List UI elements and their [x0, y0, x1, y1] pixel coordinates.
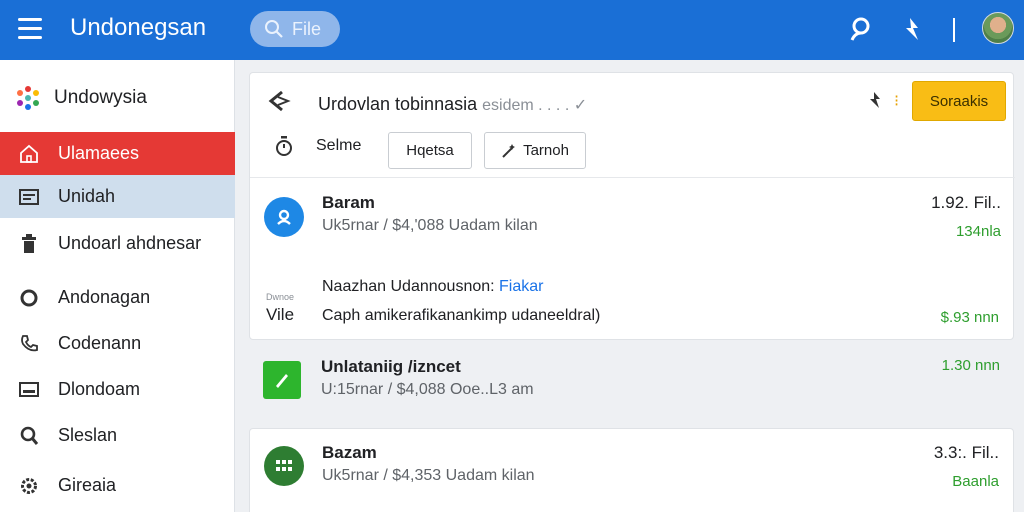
thumb-caption: Dwnoe — [266, 292, 295, 302]
thumb-label: Vile — [266, 305, 295, 324]
item-title: Unlataniig /izncet — [321, 357, 461, 376]
brand-logo-icon — [17, 86, 39, 110]
trash-icon — [18, 233, 40, 255]
timer-icon[interactable] — [274, 135, 294, 157]
sidebar-item-inbox[interactable]: Unidah — [0, 175, 235, 218]
home-icon — [18, 143, 40, 165]
back-arrow-icon[interactable] — [266, 89, 292, 118]
separator-dot: ⁝ — [894, 93, 900, 110]
file-card[interactable]: Bazam Uk5rnar / $4,353 Uadam kilan 3.3:.… — [249, 428, 1014, 512]
avatar[interactable] — [982, 12, 1014, 44]
sidebar-item-label: Andonagan — [58, 287, 151, 307]
sidebar-item-home[interactable]: Ulamaees — [0, 132, 235, 175]
sidebar-item-label: Unidah — [58, 186, 116, 206]
notice-line-2: Caph amikerafikanankimp udaneeldral) — [322, 307, 601, 324]
gear-icon — [18, 475, 40, 497]
sidebar-item-search[interactable]: Sleslan — [0, 414, 235, 457]
search-placeholder: File — [292, 18, 322, 39]
item-status: Baanla — [952, 473, 999, 490]
person-icon — [264, 197, 304, 237]
primary-action-button[interactable]: Soraakis — [912, 81, 1006, 121]
wand-icon — [502, 143, 516, 158]
sort-label: Selme — [316, 137, 362, 154]
notice-link[interactable]: Fiakar — [499, 278, 543, 295]
sidebar-item-trash[interactable]: Undoarl ahdnesar — [0, 222, 235, 265]
filter-chip-1[interactable]: Hqetsa — [388, 132, 472, 169]
list-item[interactable]: Unlataniig /izncet U:15rnar / $4,088 Ooe… — [249, 345, 1014, 425]
item-title: Bazam — [322, 443, 377, 462]
circle-icon — [18, 287, 40, 309]
item-subtitle: Uk5rnar / $4,353 Uadam kilan — [322, 467, 535, 484]
app-title: Undonegsan — [70, 14, 207, 41]
sidebar-item-screen[interactable]: Dlondoam — [0, 368, 235, 411]
divider — [250, 177, 1015, 178]
list-item[interactable]: Baram Uk5rnar / $4,'088 Uadam kilan 1.92… — [250, 181, 1015, 273]
sort-row: Selme — [274, 135, 361, 157]
sidebar-item-label: Codenann — [58, 333, 142, 353]
item-size: 3.3:. Fil.. — [933, 443, 999, 462]
sidebar-item-label: Gireaia — [58, 475, 117, 495]
sidebar-item-label: Dlondoam — [58, 379, 141, 399]
sidebar-item-label: Undoarl ahdnesar — [58, 233, 202, 253]
sidebar-item-settings[interactable]: Gireaia — [0, 464, 235, 507]
item-subtitle: U:15rnar / $4,088 Ooe..L3 am — [321, 381, 534, 398]
panel-title: Urdovlan tobinnasia esidem . . . . ✓ — [318, 94, 588, 114]
file-icon — [263, 361, 301, 399]
toolbar-divider — [953, 18, 955, 42]
inbox-icon — [18, 186, 40, 208]
top-app-bar: Undonegsan File — [0, 0, 1024, 60]
file-panel: Urdovlan tobinnasia esidem . . . . ✓ ⁝ S… — [249, 72, 1015, 340]
bolt-icon[interactable] — [900, 16, 926, 42]
item-status: 134nla — [955, 223, 1001, 240]
flash-icon[interactable] — [866, 90, 884, 115]
grid-icon — [264, 446, 304, 486]
brand: Undowysia — [14, 84, 147, 112]
sidebar-item-label: Ulamaees — [58, 143, 140, 163]
item-size: 1.30 nnn — [941, 357, 1000, 374]
item-subtitle: Uk5rnar / $4,'088 Uadam kilan — [322, 217, 538, 234]
filter-chip-2[interactable]: Tarnoh — [484, 132, 586, 169]
sidebar: Undowysia Ulamaees Unidah Undoarl ahdnes… — [0, 60, 235, 512]
search-icon — [18, 425, 40, 447]
search-input[interactable]: File — [250, 11, 340, 47]
brand-label: Undowysia — [54, 87, 147, 108]
person-icon[interactable] — [848, 16, 874, 42]
search-icon — [265, 20, 283, 38]
sidebar-item-label: Sleslan — [58, 425, 118, 445]
sidebar-item-phone[interactable]: Codenann — [0, 322, 235, 365]
menu-icon[interactable] — [18, 18, 42, 40]
notice-amount: $.93 nnn — [940, 309, 999, 326]
sidebar-item-circle[interactable]: Andonagan — [0, 276, 235, 319]
item-title: Baram — [322, 193, 375, 212]
screen-icon — [18, 379, 40, 401]
item-size: 1.92. Fil.. — [931, 193, 1001, 212]
notice-line-1: Naazhan Udannousnon: Fiakar — [322, 278, 544, 295]
phone-icon — [18, 333, 40, 355]
